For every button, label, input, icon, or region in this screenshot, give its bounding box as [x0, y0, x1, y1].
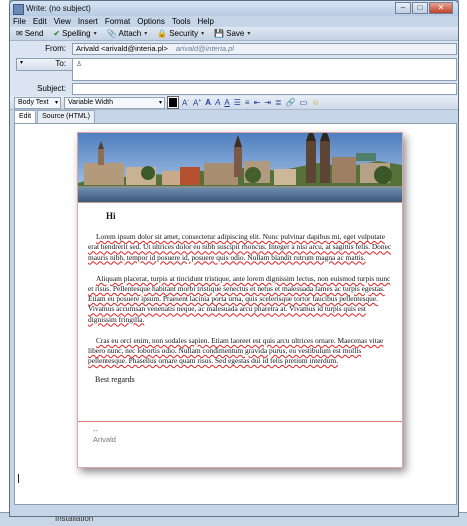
- window-title: Write: (no subject): [26, 4, 91, 13]
- paragraph-style-select[interactable]: Body Text ▾: [14, 96, 61, 109]
- address-area: From: Arivald <arivald@interia.pl> ariva…: [10, 41, 458, 96]
- underline-icon[interactable]: A: [224, 98, 229, 107]
- paragraph-1: Lorem ipsum dolor sit amet, consectetur …: [88, 232, 392, 262]
- lock-icon: 🔒: [157, 29, 168, 38]
- close-button[interactable]: ✕: [429, 2, 453, 14]
- message-body: Hi Lorem ipsum dolor sit amet, consectet…: [88, 205, 392, 386]
- text-caret: [18, 474, 19, 483]
- menu-file[interactable]: File: [10, 16, 30, 27]
- background-window-right: [459, 0, 467, 525]
- format-toolbar: Body Text ▾ Variable Width ▾ A- A+ A A A ☰…: [10, 96, 458, 110]
- tab-source-html[interactable]: Source (HTML): [37, 110, 95, 123]
- numbered-list-icon[interactable]: ≡: [245, 98, 250, 107]
- city-panorama-image: [78, 133, 402, 202]
- indent-icon[interactable]: ⇥: [264, 98, 271, 107]
- stationery-card: Hi Lorem ipsum dolor sit amet, consectet…: [77, 132, 403, 468]
- chevron-down-icon[interactable]: ▾: [144, 30, 147, 37]
- save-button[interactable]: 💾 Save ▾: [211, 27, 253, 40]
- bullet-list-icon[interactable]: ☰: [234, 98, 241, 107]
- text-color-swatch[interactable]: [167, 96, 179, 109]
- increase-font-icon[interactable]: A+: [193, 98, 201, 108]
- menu-edit[interactable]: Edit: [30, 16, 51, 27]
- send-button[interactable]: ✉ Send: [13, 27, 46, 40]
- decrease-font-icon[interactable]: A-: [182, 98, 189, 108]
- save-icon: 💾: [214, 29, 225, 38]
- title-bar: Write: (no subject) – □ ✕: [10, 1, 458, 16]
- font-select[interactable]: Variable Width ▾: [64, 96, 165, 109]
- signature: -- Arivald: [93, 426, 116, 444]
- minimize-button[interactable]: –: [395, 2, 411, 14]
- paragraph-2: Aliquam placerat, turpis at tincidunt tr…: [88, 273, 391, 324]
- align-icon[interactable]: ≣: [275, 98, 282, 107]
- greeting: Hi: [106, 211, 116, 221]
- menu-insert[interactable]: Insert: [75, 16, 102, 27]
- attach-button[interactable]: 📎 Attach ▾: [104, 27, 151, 40]
- compose-window: Write: (no subject) – □ ✕ File Edit View…: [9, 0, 459, 517]
- bold-icon[interactable]: A: [205, 98, 211, 107]
- insert-image-icon[interactable]: ▭: [300, 98, 308, 107]
- smiley-icon[interactable]: ☺: [311, 98, 319, 107]
- chevron-down-icon[interactable]: ▾: [247, 30, 250, 37]
- paperclip-icon: 📎: [106, 29, 117, 38]
- chevron-down-icon: ▾: [54, 99, 58, 106]
- app-icon: [13, 4, 24, 15]
- menu-view[interactable]: View: [51, 16, 75, 27]
- editor-tabs: Edit Source (HTML): [10, 110, 458, 123]
- send-icon: ✉: [16, 29, 23, 38]
- menu-help[interactable]: Help: [195, 16, 218, 27]
- chevron-down-icon[interactable]: ▾: [201, 30, 204, 37]
- spellcheck-icon: ✔: [53, 29, 61, 38]
- menu-bar: File Edit View Insert Format Options Too…: [10, 16, 458, 27]
- header-photo: [78, 133, 402, 203]
- from-label: From:: [45, 44, 66, 53]
- message-editor[interactable]: Hi Lorem ipsum dolor sit amet, consectet…: [14, 123, 457, 505]
- subject-field[interactable]: [72, 83, 457, 95]
- closing: Best regards: [95, 375, 135, 385]
- italic-icon[interactable]: A: [215, 98, 220, 107]
- maximize-button[interactable]: □: [412, 2, 428, 14]
- menu-tools[interactable]: Tools: [169, 16, 195, 27]
- address-book-icon: ♙: [76, 61, 83, 68]
- spelling-button[interactable]: ✔ Spelling ▾: [50, 27, 99, 40]
- to-label: To:: [55, 59, 66, 68]
- menu-format[interactable]: Format: [102, 16, 134, 27]
- to-field[interactable]: ♙: [72, 58, 457, 81]
- subject-label: Subject:: [37, 84, 66, 93]
- chevron-down-icon[interactable]: ▾: [94, 30, 97, 37]
- security-button[interactable]: 🔒 Security ▾: [154, 27, 207, 40]
- menu-options[interactable]: Options: [134, 16, 169, 27]
- outdent-icon[interactable]: ⇤: [254, 98, 261, 107]
- chevron-down-icon: ▾: [158, 99, 162, 106]
- signature-rule: [78, 421, 402, 422]
- tab-edit[interactable]: Edit: [14, 110, 37, 123]
- insert-link-icon[interactable]: 🔗: [286, 98, 296, 107]
- paragraph-3: Cras eu orci enim, non sodales sapien. E…: [88, 335, 384, 366]
- compose-toolbar: ✉ Send ✔ Spelling ▾ 📎 Attach ▾ 🔒 Security ▾ 💾 Sa…: [10, 27, 458, 41]
- from-select[interactable]: Arivald <arivald@interia.pl> arivald@int…: [72, 43, 457, 55]
